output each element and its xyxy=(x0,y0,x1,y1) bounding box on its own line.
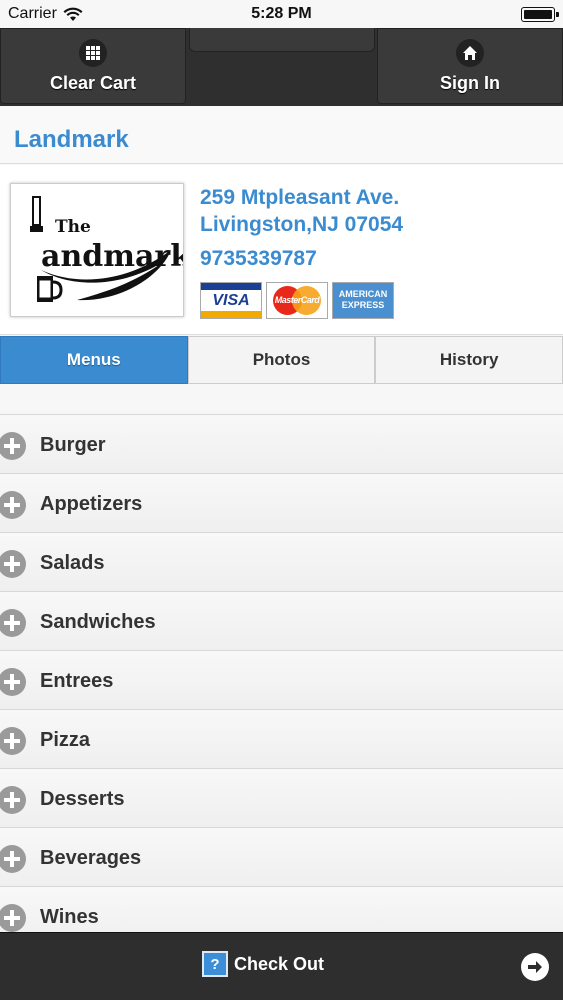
expand-plus-icon xyxy=(0,609,26,637)
tab-history[interactable]: History xyxy=(375,336,563,384)
payment-cards: VISA MasterCard AMERICAN EXPRESS xyxy=(200,282,394,319)
clear-cart-label: Clear Cart xyxy=(49,73,137,93)
arrow-right-icon[interactable] xyxy=(521,953,549,981)
logo-text-the: The xyxy=(55,217,91,237)
clear-cart-button[interactable]: Clear Cart xyxy=(0,28,186,104)
menu-item-label: Appetizers xyxy=(40,493,143,515)
checkout-button[interactable]: ? Check Out xyxy=(202,951,324,977)
expand-plus-icon xyxy=(0,845,26,873)
address-line-2: Livingston,NJ 07054 xyxy=(200,213,404,236)
checkout-label: Check Out xyxy=(234,953,325,974)
menu-category-list: Burger Appetizers Salads Sandwiches Entr… xyxy=(0,414,563,945)
menu-item-label: Sandwiches xyxy=(40,611,156,633)
mastercard-label: MasterCard xyxy=(274,295,320,305)
menu-item-sandwiches[interactable]: Sandwiches xyxy=(0,591,563,650)
expand-plus-icon xyxy=(0,550,26,578)
restaurant-info: The andmark 259 Mtpleasant Ave. Livingst… xyxy=(0,165,563,335)
expand-plus-icon xyxy=(0,904,26,932)
expand-plus-icon xyxy=(0,491,26,519)
menu-item-label: Beverages xyxy=(40,847,142,869)
menu-item-burger[interactable]: Burger xyxy=(0,414,563,473)
visa-card-icon: VISA xyxy=(200,282,262,319)
phone-number[interactable]: 9735339787 xyxy=(200,247,317,271)
checkout-footer: ? Check Out xyxy=(0,932,563,1000)
visa-label: VISA xyxy=(212,292,250,309)
menu-item-pizza[interactable]: Pizza xyxy=(0,709,563,768)
amex-label: AMERICAN EXPRESS xyxy=(338,289,388,310)
address-line-1: 259 Mtpleasant Ave. xyxy=(200,186,400,209)
logo-text-name: andmark xyxy=(41,239,184,274)
menu-item-beverages[interactable]: Beverages xyxy=(0,827,563,886)
menu-item-label: Desserts xyxy=(40,788,125,810)
tab-menus[interactable]: Menus xyxy=(0,336,188,384)
toolbar-center-tab xyxy=(189,28,375,52)
restaurant-logo: The andmark xyxy=(10,183,184,317)
mastercard-icon: MasterCard xyxy=(266,282,328,319)
page-title: Landmark xyxy=(14,126,129,153)
logo-graphic: The andmark xyxy=(30,196,184,302)
grid-icon xyxy=(79,39,107,67)
menu-item-label: Burger xyxy=(40,434,106,456)
expand-plus-icon xyxy=(0,668,26,696)
status-bar: Carrier 5:28 PM xyxy=(0,0,563,28)
expand-plus-icon xyxy=(0,786,26,814)
menu-item-label: Wines xyxy=(40,906,99,928)
menu-item-label: Pizza xyxy=(40,729,91,751)
menu-item-appetizers[interactable]: Appetizers xyxy=(0,473,563,532)
amex-card-icon: AMERICAN EXPRESS xyxy=(332,282,394,319)
top-toolbar: Clear Cart Sign In xyxy=(0,28,563,106)
tab-photos[interactable]: Photos xyxy=(187,336,376,384)
sign-in-button[interactable]: Sign In xyxy=(377,28,563,104)
menu-item-salads[interactable]: Salads xyxy=(0,532,563,591)
clock: 5:28 PM xyxy=(251,5,312,22)
home-icon xyxy=(456,39,484,67)
menu-item-entrees[interactable]: Entrees xyxy=(0,650,563,709)
menu-item-label: Entrees xyxy=(40,670,114,692)
tab-bar: Menus Photos History xyxy=(0,336,563,384)
title-bar: Landmark xyxy=(0,106,563,164)
menu-item-label: Salads xyxy=(40,552,105,574)
expand-plus-icon xyxy=(0,727,26,755)
battery-icon xyxy=(521,7,559,22)
menu-item-desserts[interactable]: Desserts xyxy=(0,768,563,827)
help-icon: ? xyxy=(202,951,228,977)
sign-in-label: Sign In xyxy=(440,73,500,93)
expand-plus-icon xyxy=(0,432,26,460)
